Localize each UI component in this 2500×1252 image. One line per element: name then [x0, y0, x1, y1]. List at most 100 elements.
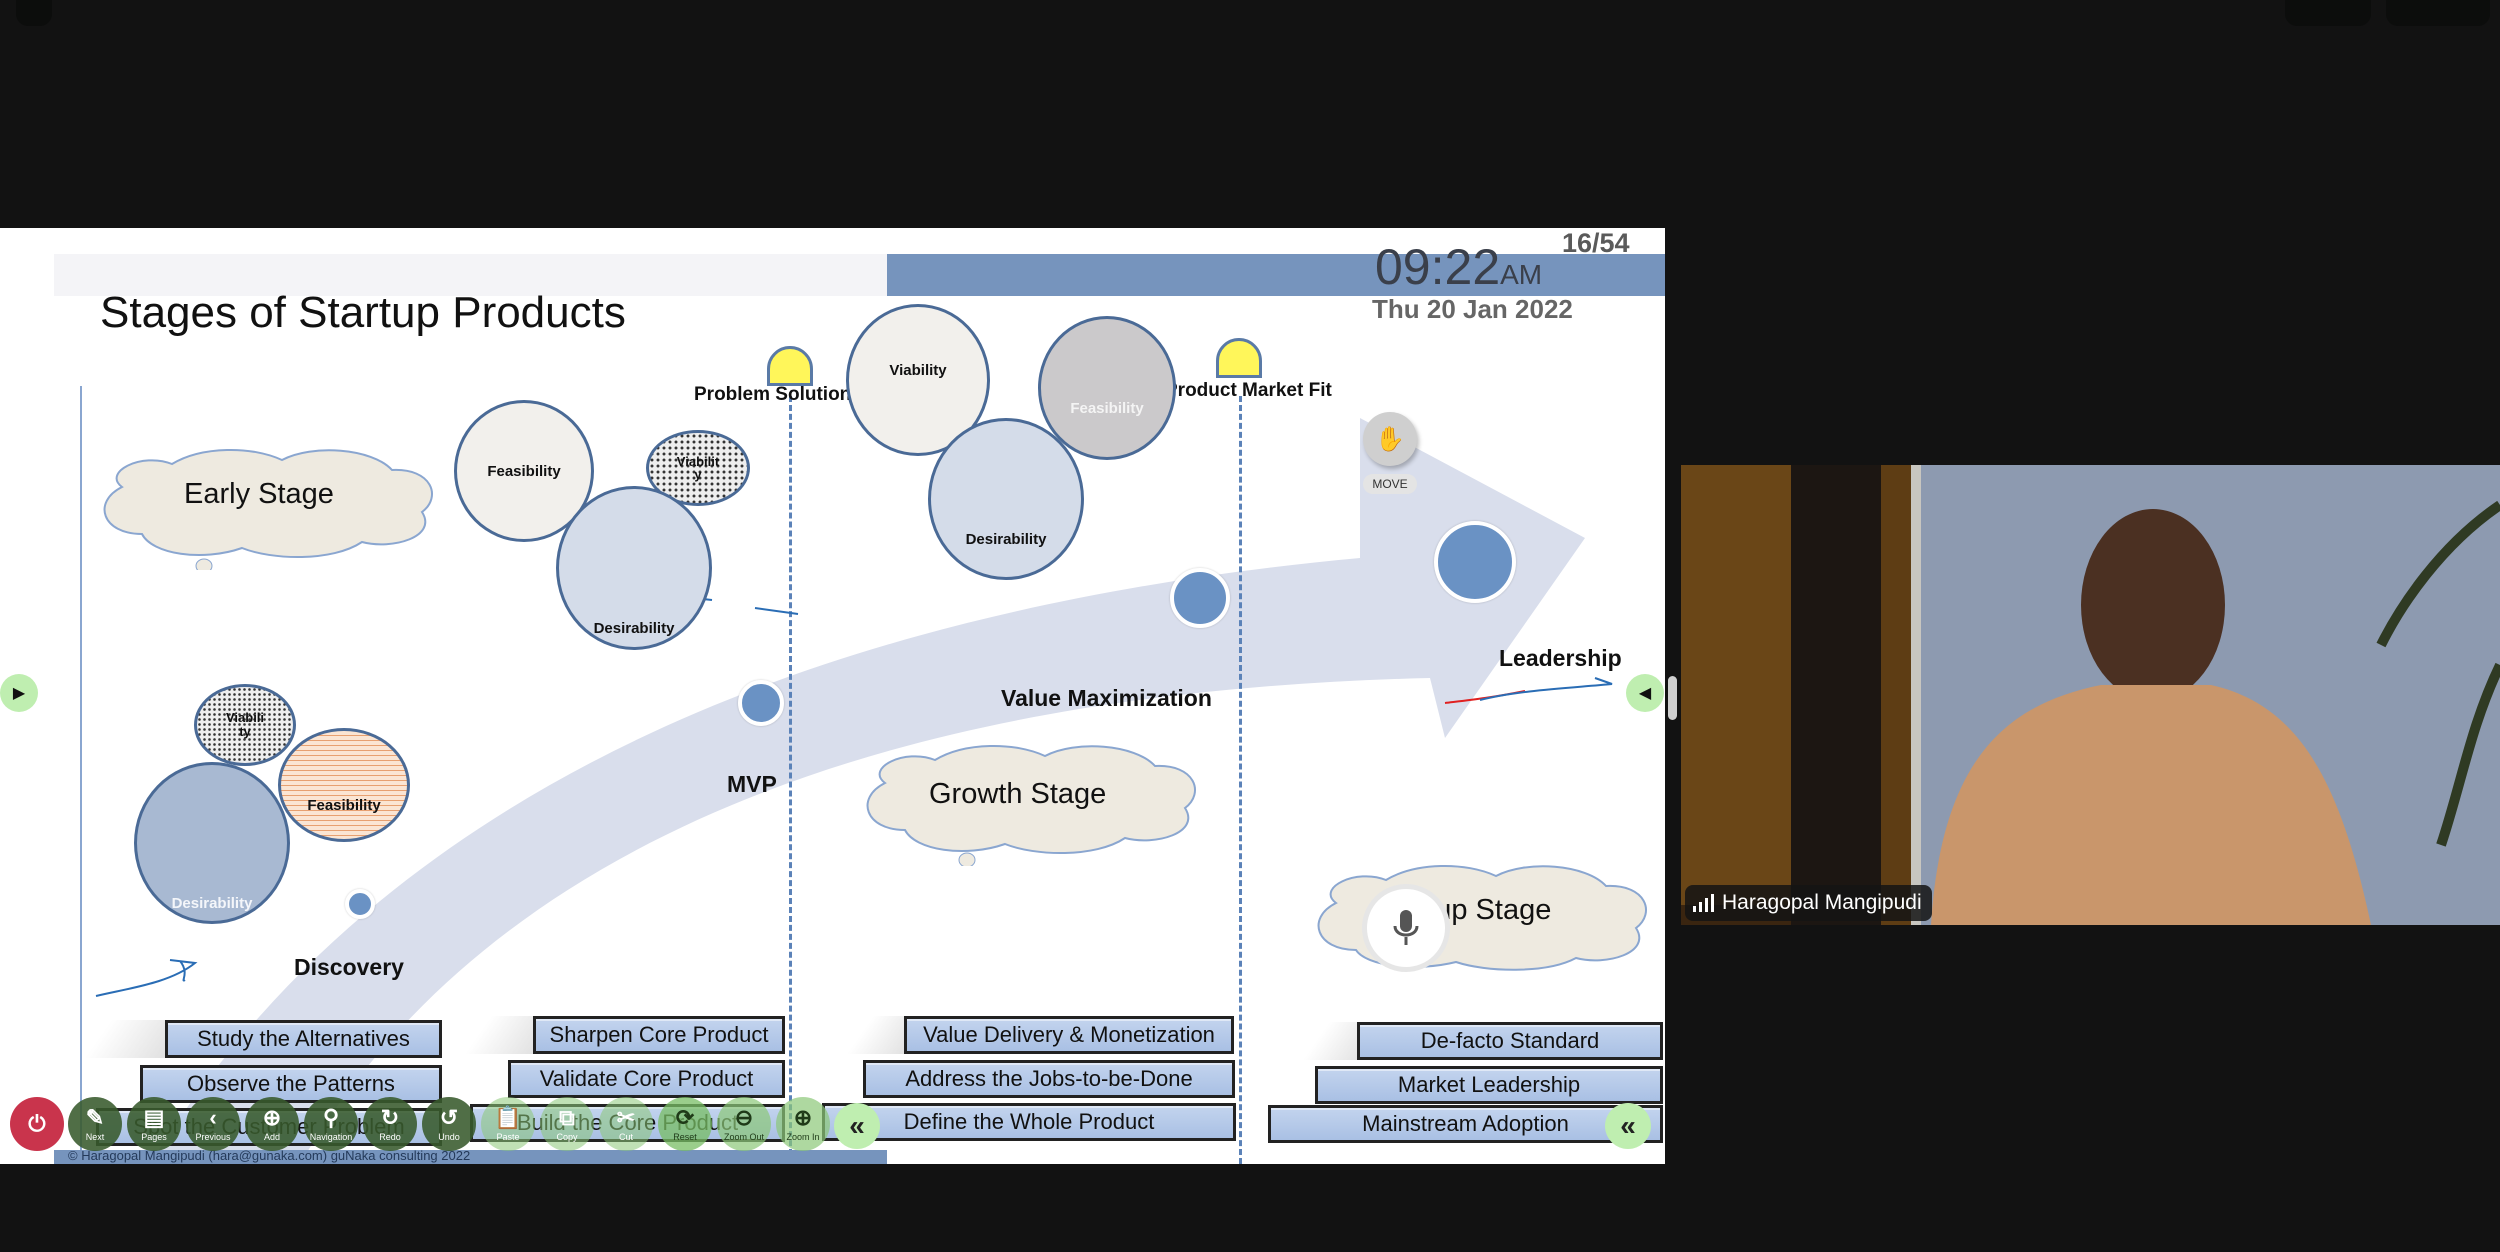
circle-feasibility: Feasibility	[278, 728, 410, 842]
door-frame	[1911, 465, 1921, 925]
collapse-toolbar-button[interactable]: «	[834, 1103, 880, 1149]
toolbar-label: Zoom In	[786, 1131, 820, 1142]
step-box: Sharpen Core Product	[533, 1016, 785, 1054]
zoom-out-icon: ⊖	[734, 1104, 754, 1130]
top-bar-button[interactable]	[2386, 0, 2490, 26]
step-box: Address the Jobs-to-be-Done	[863, 1060, 1235, 1098]
microphone-icon	[1393, 910, 1419, 945]
toolbar-next-button[interactable]: ✎ Next	[68, 1097, 122, 1151]
zoom-in-icon: ⊕	[793, 1104, 813, 1130]
toolbar-redo-button[interactable]: ↻ Redo	[363, 1097, 417, 1151]
circle-label: Desirability	[965, 530, 1047, 548]
toolbar-label: Reset	[673, 1131, 697, 1142]
next-slide-button[interactable]: ▶	[0, 674, 38, 712]
toolbar-add-button[interactable]: ⊕ Add	[245, 1097, 299, 1151]
signal-strength-icon	[1693, 894, 1714, 912]
plus-icon: ⊕	[262, 1104, 282, 1130]
circle-label: Desirability	[171, 894, 253, 912]
top-bar-button[interactable]	[2285, 0, 2371, 26]
toolbar-zoom-out-button[interactable]: ⊖ Zoom Out	[717, 1097, 771, 1151]
toolbar-undo-button[interactable]: ↺ Undo	[422, 1097, 476, 1151]
toolbar-copy-button[interactable]: ⧉ Copy	[540, 1097, 594, 1151]
toolbar-previous-button[interactable]: ‹ Previous	[186, 1097, 240, 1151]
panel-resize-handle[interactable]	[1668, 676, 1677, 720]
circle-label: Feasibility	[307, 796, 381, 814]
circle-desirability: Desirability	[556, 486, 712, 650]
toolbar-reset-button[interactable]: ⟳ Reset	[658, 1097, 712, 1151]
cabinet	[1681, 465, 1791, 905]
move-label: MOVE	[1363, 474, 1417, 494]
toolbar-label: Cut	[618, 1131, 633, 1142]
document-icon: ▤	[143, 1104, 165, 1130]
slide-footer: © Haragopal Mangipudi (hara@gunaka.com) …	[54, 1150, 887, 1164]
participant-nameplate: Haragopal Mangipudi	[1685, 885, 1932, 921]
circle-viability: Viability	[194, 684, 296, 766]
participant-name: Haragopal Mangipudi	[1722, 891, 1922, 914]
toolbar-label: Add	[263, 1131, 280, 1142]
top-bar-button[interactable]	[16, 0, 52, 26]
shared-slide: Stages of Startup Products 09:22AM Thu 2…	[0, 228, 1665, 1164]
circle-label: Viability	[225, 710, 265, 739]
video-frame	[1681, 465, 2500, 925]
step-box: Define the Whole Product	[822, 1103, 1236, 1141]
power-button[interactable]: ⏻	[10, 1097, 64, 1151]
copy-icon: ⧉	[559, 1104, 575, 1130]
circle-desirability: Desirability	[928, 418, 1084, 580]
chevron-left-icon: ‹	[209, 1104, 217, 1130]
step-box: Market Leadership	[1315, 1066, 1663, 1104]
toolbar-pages-button[interactable]: ▤ Pages	[127, 1097, 181, 1151]
circle-label: Viability	[889, 361, 947, 379]
toolbar-paste-button[interactable]: 📋 Paste	[481, 1097, 535, 1151]
toolbar-navigation-button[interactable]: ⚲ Navigation	[304, 1097, 358, 1151]
toolbar-label: Navigation	[309, 1131, 353, 1142]
scissors-icon: ✂	[616, 1104, 636, 1130]
step-box: Study the Alternatives	[165, 1020, 442, 1058]
step-box: Value Delivery & Monetization	[904, 1016, 1234, 1054]
circle-label: Feasibility	[1070, 399, 1144, 417]
ink-stroke	[1479, 677, 1613, 701]
circle-label: Desirability	[593, 619, 675, 637]
double-chevron-left-icon: «	[1620, 1110, 1636, 1141]
power-icon: ⏻	[28, 1111, 46, 1136]
refresh-icon: ⟳	[675, 1104, 695, 1130]
toolbar-label: Paste	[496, 1131, 520, 1142]
circle-label: Feasibility	[487, 462, 561, 480]
toolbar-label: Zoom Out	[723, 1131, 764, 1142]
toolbar-label: Pages	[141, 1131, 167, 1142]
toolbar-label: Undo	[438, 1131, 460, 1142]
step-box: Validate Core Product	[508, 1060, 785, 1098]
toolbar-label: Redo	[379, 1131, 401, 1142]
circle-label: Viability	[676, 454, 720, 482]
previous-slide-button[interactable]: ◀	[1626, 674, 1664, 712]
toolbar-label: Next	[85, 1131, 105, 1142]
footer-text: © Haragopal Mangipudi (hara@gunaka.com) …	[68, 1150, 471, 1163]
double-chevron-left-icon: «	[849, 1110, 865, 1141]
toolbar-label: Copy	[556, 1131, 578, 1142]
toolbar-label: Previous	[195, 1131, 231, 1142]
move-button[interactable]: ✋	[1363, 412, 1417, 466]
clipboard-icon: 📋	[494, 1104, 522, 1130]
cloud-label: Growth Stage	[929, 778, 1107, 810]
toolbar-cut-button[interactable]: ✂ Cut	[599, 1097, 653, 1151]
head	[2081, 509, 2225, 701]
stage-cloud-early: Early Stage	[92, 442, 438, 574]
undo-icon: ↺	[439, 1104, 459, 1130]
tool-icon: ✎	[85, 1104, 105, 1130]
step-box: De-facto Standard	[1357, 1022, 1663, 1060]
participant-video: Haragopal Mangipudi	[1681, 465, 2500, 925]
bookshelf-frame	[1881, 465, 1911, 925]
hand-icon: ✋	[1375, 425, 1405, 453]
stage-cloud-growth: Growth Stage	[855, 738, 1201, 868]
ink-stroke	[754, 607, 799, 615]
cloud-label: Early Stage	[184, 478, 334, 510]
circle-desirability: Desirability	[134, 762, 290, 924]
microphone-button[interactable]	[1362, 884, 1450, 972]
step-box: Mainstream Adoption	[1268, 1105, 1663, 1143]
redo-icon: ↻	[380, 1104, 400, 1130]
ink-stroke	[95, 959, 198, 997]
play-left-icon: ◀	[1638, 685, 1652, 702]
collapse-toolbar-button[interactable]: «	[1605, 1103, 1651, 1149]
play-right-icon: ▶	[12, 685, 26, 702]
location-pin-icon: ⚲	[322, 1104, 340, 1130]
toolbar-zoom-in-button[interactable]: ⊕ Zoom In	[776, 1097, 830, 1151]
